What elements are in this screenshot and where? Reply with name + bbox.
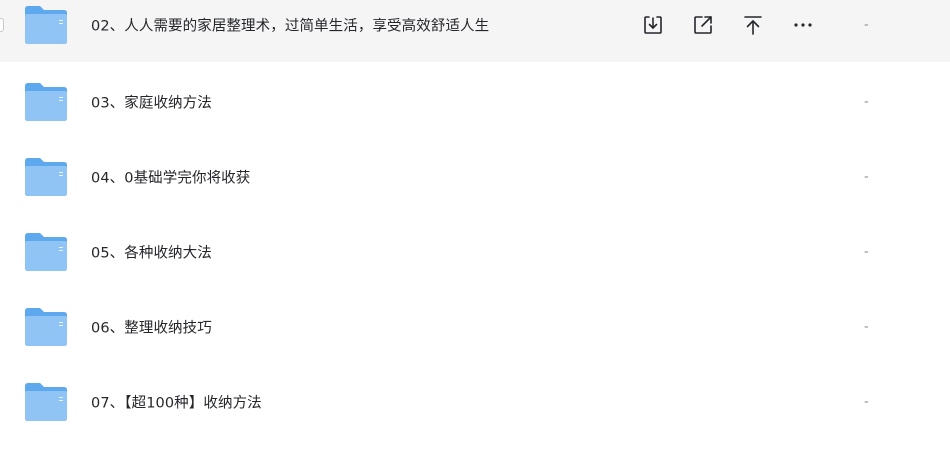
row-actions: [640, 12, 816, 38]
pin-to-top-icon[interactable]: [740, 12, 766, 38]
file-size: -: [864, 17, 869, 32]
file-name[interactable]: 03、家庭收纳方法: [91, 91, 212, 112]
file-name[interactable]: 02、人人需要的家居整理术，过简单生活，享受高效舒适人生: [91, 14, 489, 35]
folder-icon: [25, 232, 67, 271]
file-row[interactable]: 04、0基础学完你将收获 -: [0, 139, 950, 214]
file-name[interactable]: 06、整理收纳技巧: [91, 316, 212, 337]
folder-icon: [25, 5, 67, 44]
row-checkbox[interactable]: [0, 17, 4, 32]
file-row[interactable]: 02、人人需要的家居整理术，过简单生活，享受高效舒适人生 -: [0, 0, 950, 62]
folder-icon: [25, 382, 67, 421]
file-size: -: [864, 169, 869, 184]
file-row[interactable]: 03、家庭收纳方法 -: [0, 64, 950, 139]
folder-icon: [25, 307, 67, 346]
more-icon[interactable]: [790, 12, 816, 38]
file-name[interactable]: 07、【超100种】收纳方法: [91, 391, 262, 412]
file-name[interactable]: 04、0基础学完你将收获: [91, 166, 250, 187]
download-icon[interactable]: [640, 12, 666, 38]
folder-icon: [25, 82, 67, 121]
file-list: 02、人人需要的家居整理术，过简单生活，享受高效舒适人生 - 03、家庭收纳方法…: [0, 0, 950, 450]
file-row[interactable]: 05、各种收纳大法 -: [0, 214, 950, 289]
share-icon[interactable]: [690, 12, 716, 38]
file-row[interactable]: 07、【超100种】收纳方法 -: [0, 364, 950, 439]
file-name[interactable]: 05、各种收纳大法: [91, 241, 212, 262]
file-size: -: [864, 319, 869, 334]
folder-icon: [25, 157, 67, 196]
file-size: -: [864, 244, 869, 259]
file-size: -: [864, 94, 869, 109]
file-row[interactable]: 06、整理收纳技巧 -: [0, 289, 950, 364]
file-size: -: [864, 394, 869, 409]
